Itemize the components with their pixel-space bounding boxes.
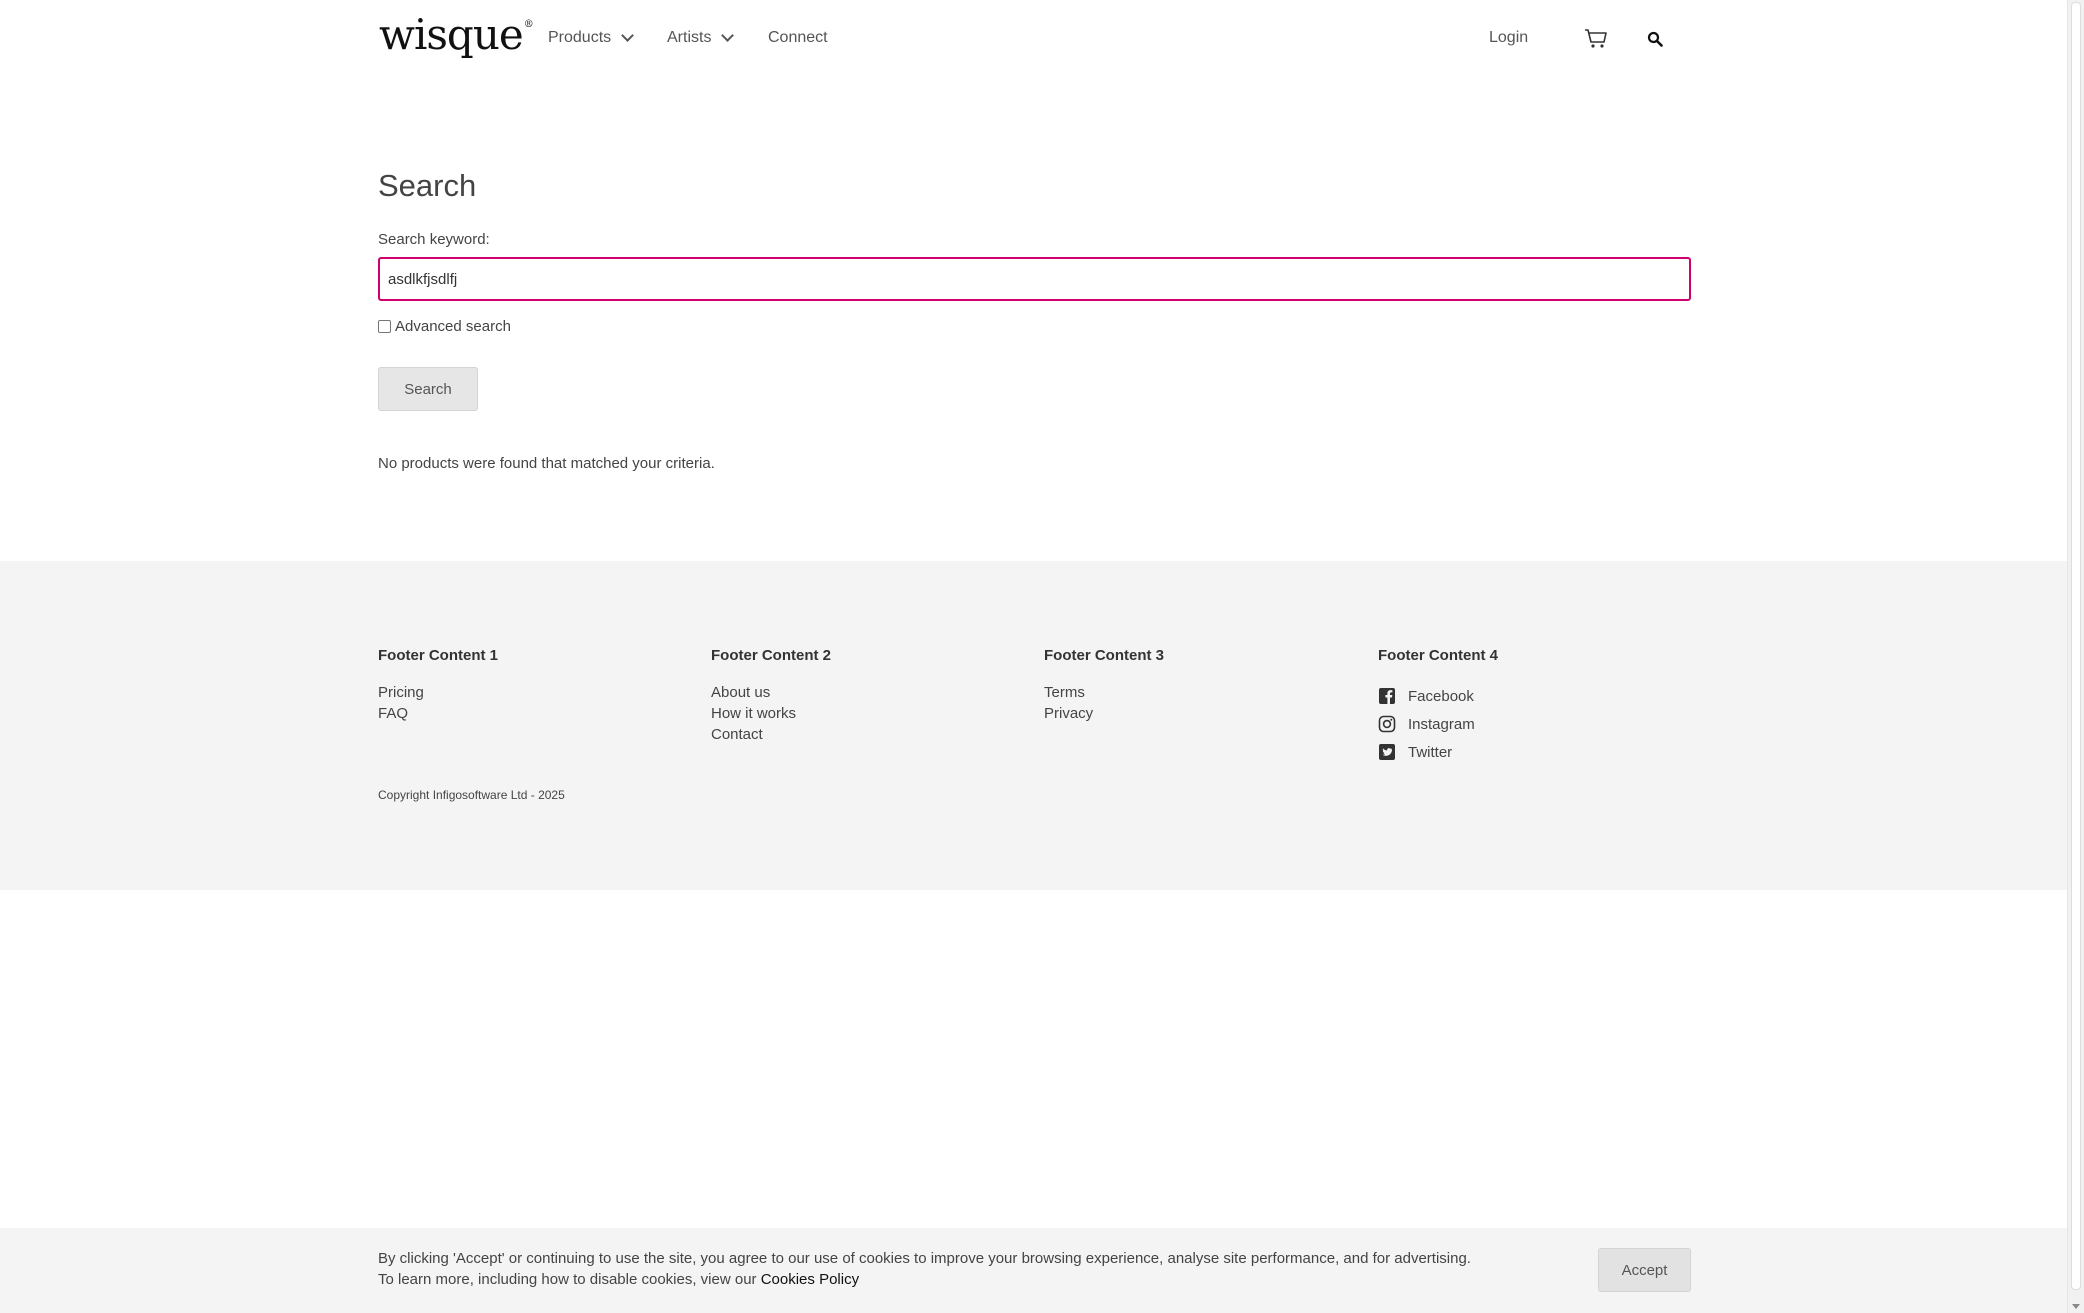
footer-link-how-it-works[interactable]: How it works — [711, 703, 831, 724]
cookie-text-line-2: To learn more, including how to disable … — [378, 1271, 757, 1288]
registered-mark-icon: ® — [523, 19, 534, 30]
nav-artists-label: Artists — [667, 29, 712, 46]
facebook-icon — [1379, 688, 1395, 704]
cookies-policy-link[interactable]: Cookies Policy — [761, 1271, 859, 1288]
footer-link-contact[interactable]: Contact — [711, 724, 831, 745]
page-scrollbar[interactable] — [2067, 0, 2084, 1313]
chevron-down-icon — [621, 28, 635, 42]
cookie-banner: By clicking 'Accept' or continuing to us… — [0, 1228, 2067, 1313]
footer-link-about-us[interactable]: About us — [711, 682, 831, 703]
logo-text: wisque — [379, 10, 524, 59]
search-keyword-label: Search keyword: — [378, 231, 490, 248]
footer-column-title: Footer Content 3 — [1044, 647, 1164, 664]
search-button[interactable]: Search — [378, 367, 478, 411]
twitter-icon — [1379, 744, 1395, 760]
footer-column-title: Footer Content 2 — [711, 647, 831, 664]
scrollbar-thumb[interactable] — [2071, 2, 2081, 1290]
advanced-search-toggle[interactable]: Advanced search — [378, 318, 511, 335]
chevron-down-icon — [721, 28, 735, 42]
search-keyword-input[interactable] — [378, 257, 1691, 301]
search-icon[interactable] — [1647, 31, 1663, 47]
footer-link-facebook[interactable]: Facebook — [1378, 682, 1498, 710]
footer-column-4: Footer Content 4 Facebook Instagram Twit… — [1378, 647, 1498, 766]
footer-column-1: Footer Content 1 Pricing FAQ — [378, 647, 498, 724]
page: wisque® Products Artists Connect Login S… — [0, 0, 2067, 1313]
footer-column-title: Footer Content 1 — [378, 647, 498, 664]
nav-connect[interactable]: Connect — [768, 29, 828, 47]
cookie-text-line-1: By clicking 'Accept' or continuing to us… — [378, 1250, 1471, 1267]
advanced-search-checkbox[interactable] — [378, 320, 391, 333]
nav-artists[interactable]: Artists — [667, 28, 735, 47]
nav-connect-label: Connect — [768, 29, 828, 46]
facebook-label: Facebook — [1408, 687, 1474, 705]
footer-link-faq[interactable]: FAQ — [378, 703, 498, 724]
instagram-label: Instagram — [1408, 715, 1475, 733]
no-results-message: No products were found that matched your… — [378, 455, 715, 472]
login-link[interactable]: Login — [1489, 29, 1528, 47]
footer-link-terms[interactable]: Terms — [1044, 682, 1164, 703]
cookie-message: By clicking 'Accept' or continuing to us… — [378, 1248, 1538, 1290]
footer-link-instagram[interactable]: Instagram — [1378, 710, 1498, 738]
site-header: wisque® Products Artists Connect Login — [0, 0, 2067, 80]
twitter-label: Twitter — [1408, 743, 1453, 761]
nav-products-label: Products — [548, 29, 612, 46]
copyright-text: Copyright Infigosoftware Ltd - 2025 — [378, 788, 565, 802]
footer-link-privacy[interactable]: Privacy — [1044, 703, 1164, 724]
page-title: Search — [378, 168, 477, 203]
instagram-icon — [1378, 715, 1396, 733]
footer-column-2: Footer Content 2 About us How it works C… — [711, 647, 831, 745]
advanced-search-label: Advanced search — [395, 318, 511, 335]
footer-column-3: Footer Content 3 Terms Privacy — [1044, 647, 1164, 724]
wisque-logo[interactable]: wisque® — [379, 14, 534, 56]
nav-products[interactable]: Products — [548, 28, 635, 47]
scroll-down-arrow-icon[interactable] — [2072, 1304, 2080, 1309]
footer-column-title: Footer Content 4 — [1378, 647, 1498, 664]
site-footer: Footer Content 1 Pricing FAQ Footer Cont… — [0, 561, 2067, 890]
footer-link-pricing[interactable]: Pricing — [378, 682, 498, 703]
accept-cookies-button[interactable]: Accept — [1598, 1248, 1691, 1292]
cart-icon[interactable] — [1584, 29, 1608, 49]
footer-link-twitter[interactable]: Twitter — [1378, 738, 1498, 766]
